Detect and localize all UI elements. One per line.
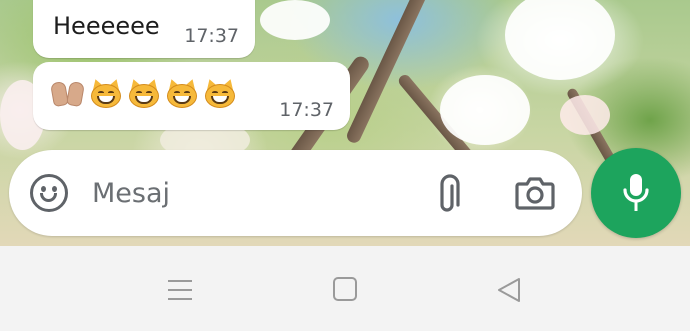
- microphone-icon: [623, 174, 649, 211]
- message-bubble-incoming[interactable]: Heeeeee 17:37: [33, 0, 255, 58]
- message-composer: [9, 150, 582, 236]
- message-bubble-incoming[interactable]: 17:37: [33, 62, 350, 130]
- message-timestamp: 17:37: [279, 99, 334, 121]
- message-text: Heeeeee: [53, 12, 160, 40]
- grinning-cat-emoji: [89, 76, 123, 110]
- back-icon[interactable]: [496, 276, 522, 304]
- message-input[interactable]: [92, 174, 392, 212]
- emoji-icon[interactable]: [30, 174, 68, 212]
- attachment-icon[interactable]: [436, 174, 464, 214]
- palms-up-together-emoji: [50, 76, 85, 110]
- home-icon[interactable]: [333, 277, 357, 301]
- grinning-cat-emoji: [203, 76, 237, 110]
- grinning-cat-emoji: [165, 76, 199, 110]
- voice-record-button[interactable]: [591, 148, 681, 238]
- message-timestamp: 17:37: [184, 25, 239, 47]
- recent-apps-icon[interactable]: [168, 279, 194, 301]
- camera-icon[interactable]: [515, 176, 555, 210]
- emoji-message: [50, 76, 237, 110]
- grinning-cat-emoji: [127, 76, 161, 110]
